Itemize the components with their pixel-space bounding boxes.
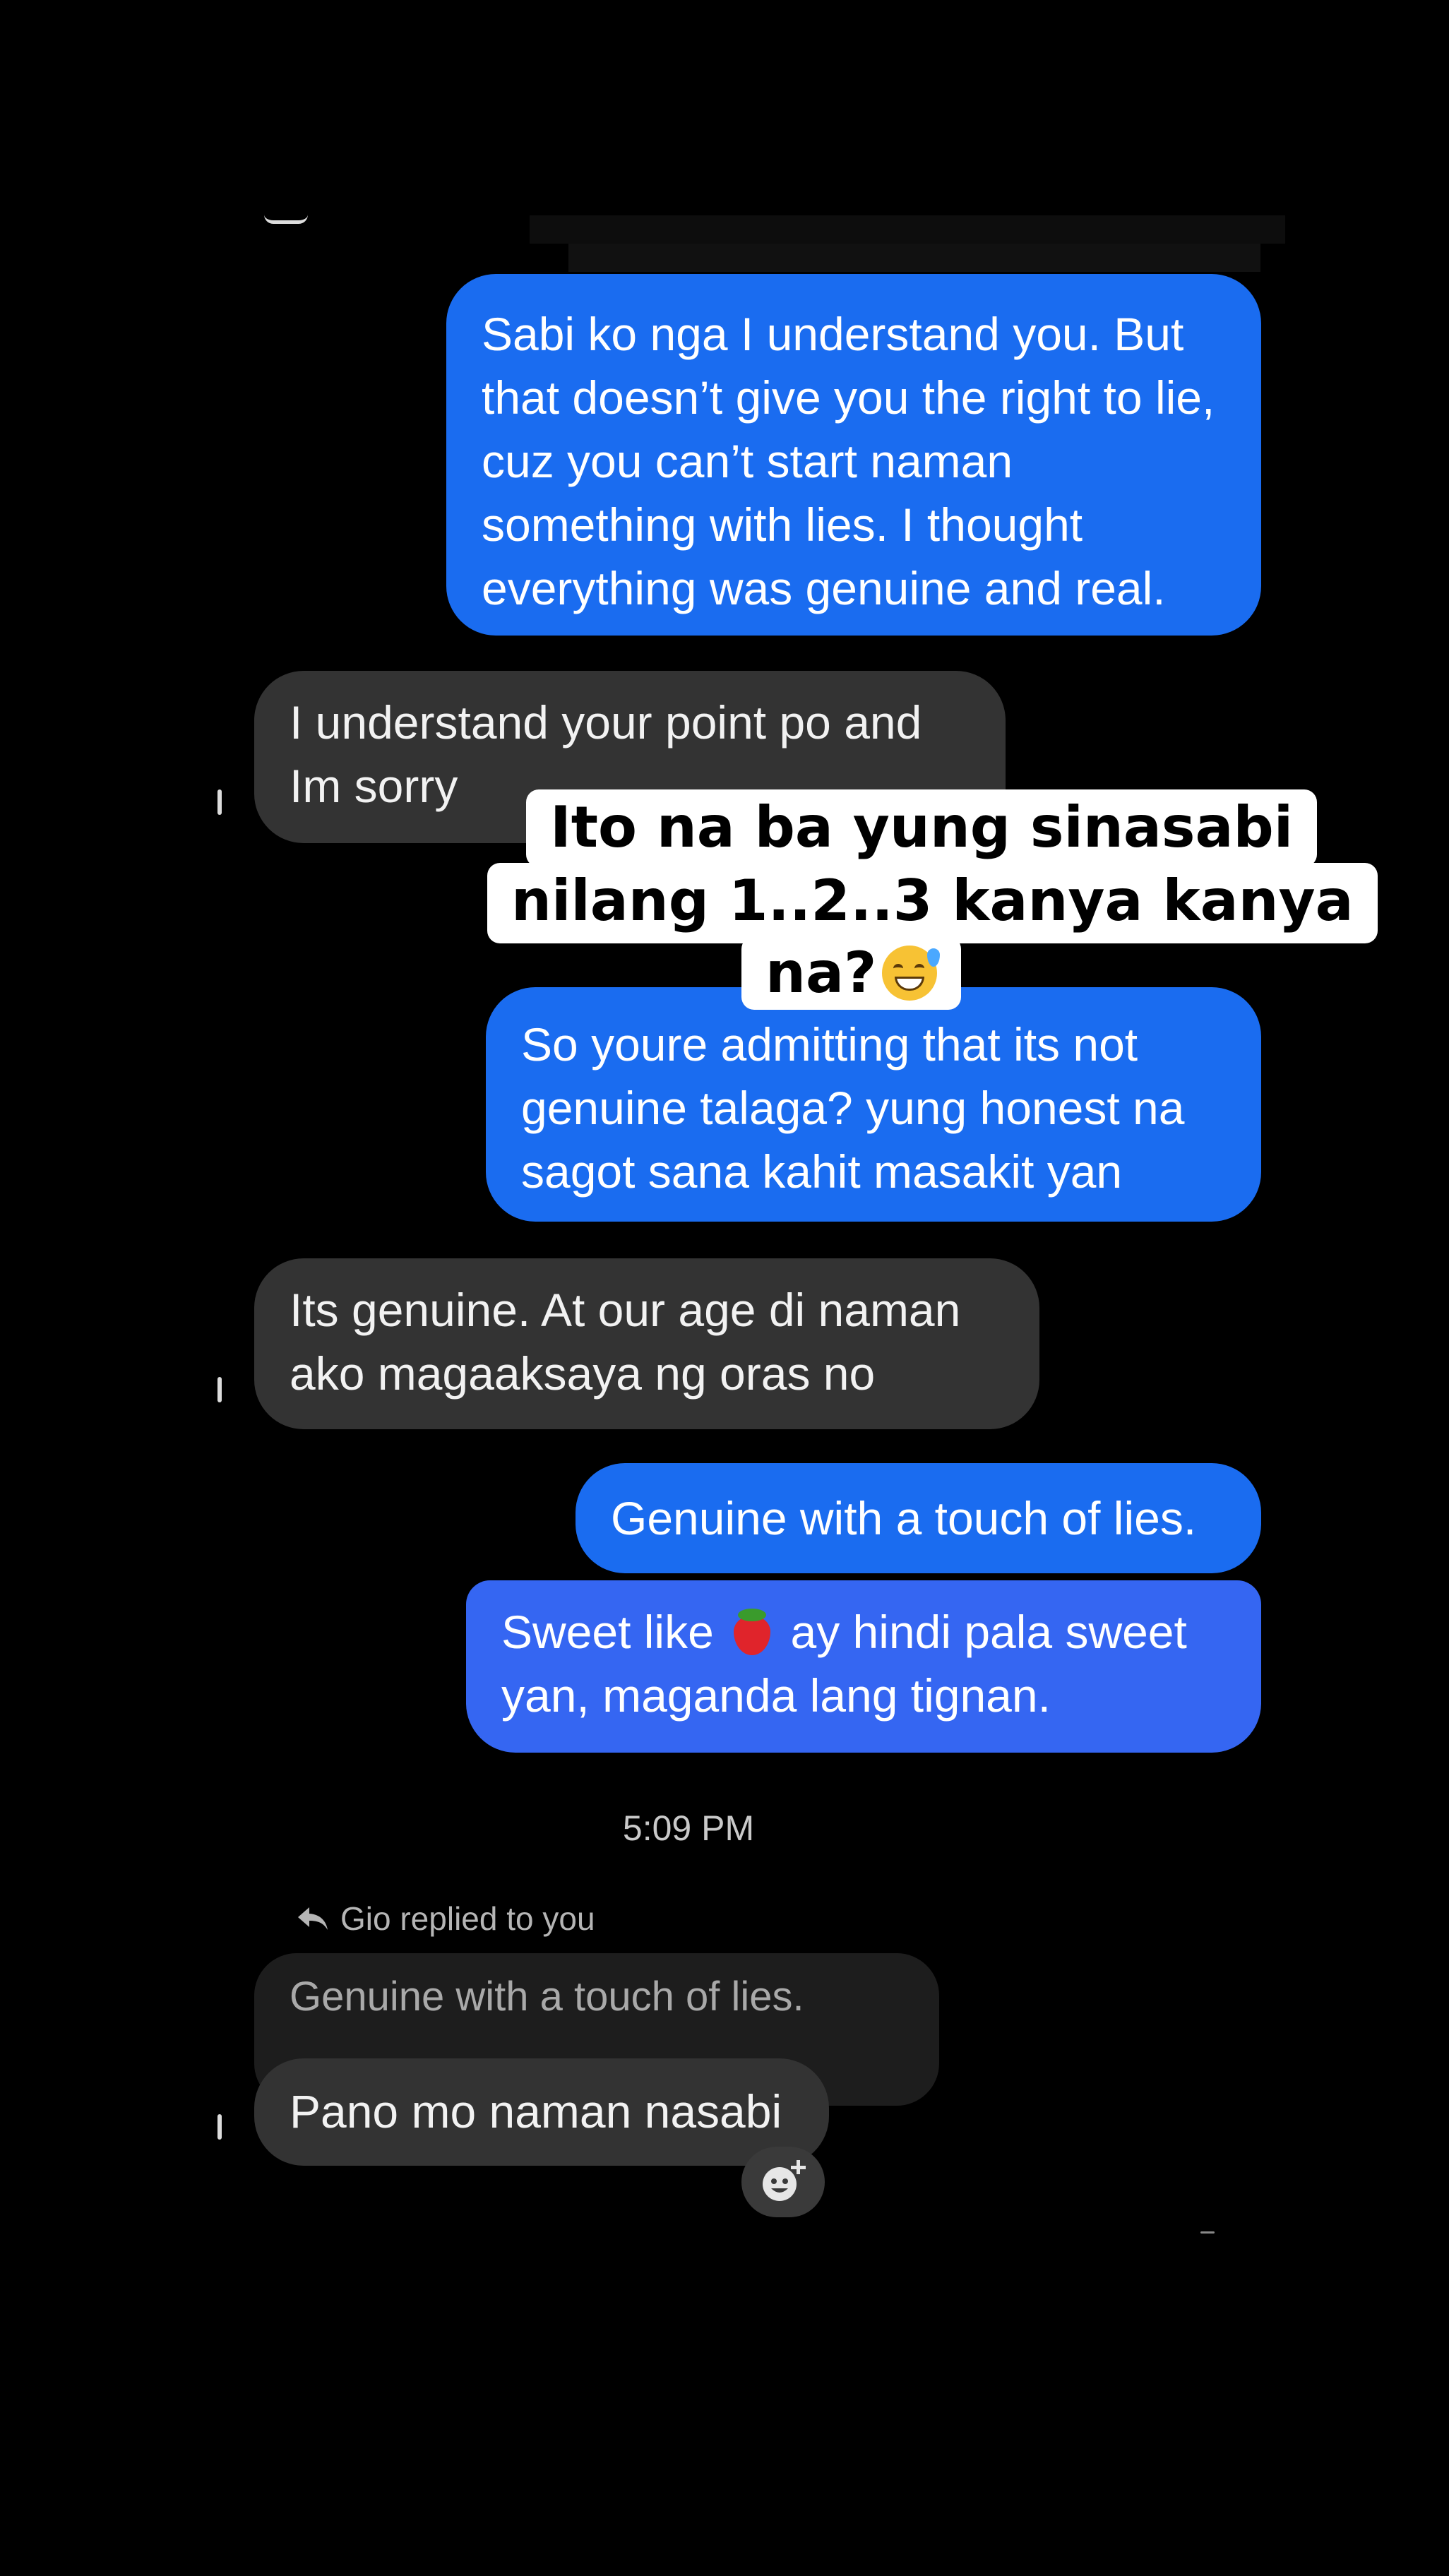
footer-mark: [1200, 2231, 1215, 2234]
read-indicator: [217, 1377, 222, 1402]
read-indicator: [217, 789, 222, 815]
message-bubble-incoming[interactable]: Pano mo naman nasabi: [254, 2058, 829, 2166]
caption-line-3-text: na?: [765, 940, 877, 1006]
message-bubble-outgoing[interactable]: Sweet like ay hindi pala sweet yan, maga…: [466, 1580, 1261, 1753]
caption-line-1: Ito na ba yung sinasabi: [526, 789, 1318, 867]
add-reaction-icon: [763, 2160, 806, 2201]
sweat-smile-emoji: [882, 946, 941, 1001]
message-bubble-outgoing[interactable]: Sabi ko nga I understand you. But that d…: [446, 274, 1261, 636]
reply-arrow-icon: [298, 1907, 328, 1930]
message-bubble-outgoing[interactable]: Genuine with a touch of lies.: [576, 1463, 1261, 1573]
top-overlay-strip: [530, 215, 1285, 244]
read-indicator: [217, 2114, 222, 2140]
caption-line-2: nilang 1..2..3 kanya kanya: [487, 863, 1378, 943]
add-reaction-button[interactable]: [741, 2147, 825, 2217]
message-bubble-outgoing[interactable]: So youre admitting that its not genuine …: [486, 987, 1261, 1222]
reply-indicator: Gio replied to you: [295, 1900, 595, 1938]
partial-avatar: [264, 215, 308, 224]
message-timestamp: 5:09 PM: [622, 1808, 755, 1848]
reply-note-text: Gio replied to you: [340, 1900, 595, 1937]
message-bubble-incoming[interactable]: Its genuine. At our age di naman ako mag…: [254, 1258, 1039, 1429]
top-overlay-strip-2: [568, 244, 1260, 272]
caption-line-3: na?: [741, 936, 962, 1010]
strawberry-emoji: [727, 1606, 777, 1657]
message-text: Sweet like: [501, 1606, 714, 1658]
